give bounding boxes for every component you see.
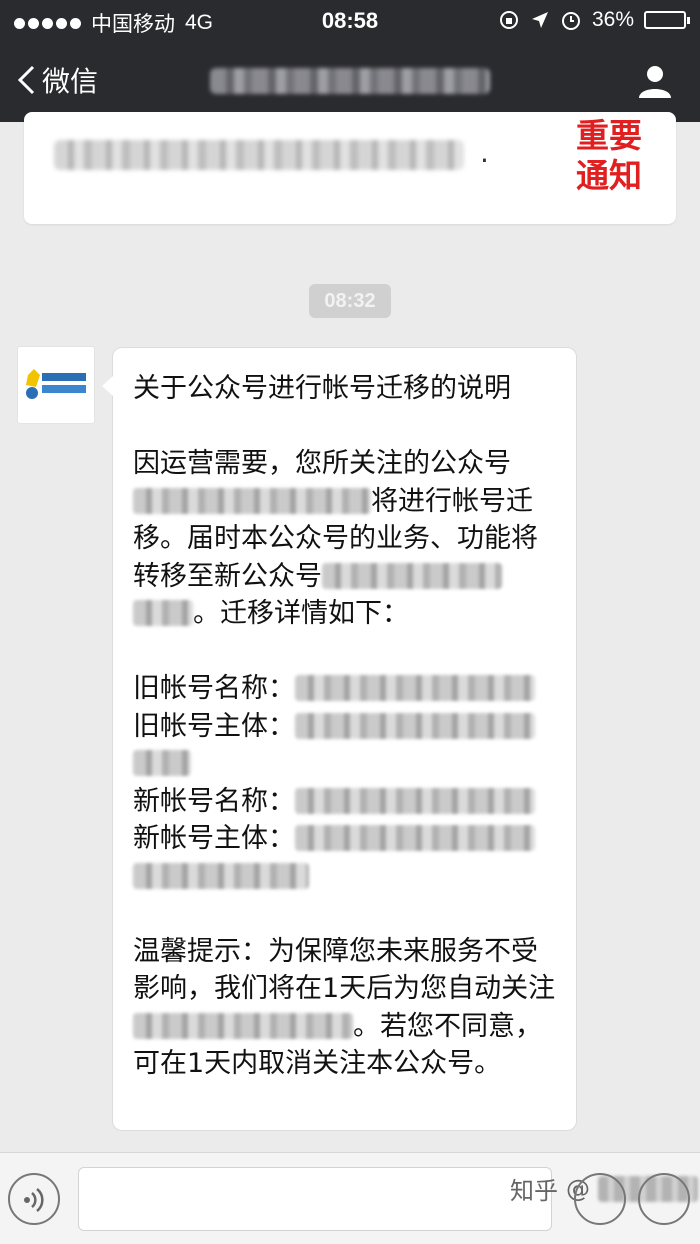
redacted-value — [133, 750, 191, 776]
redacted-old-account — [133, 487, 371, 514]
location-icon — [531, 12, 548, 28]
field-label: 新帐号名称： — [133, 785, 295, 817]
new-name-row: 新帐号名称： — [133, 783, 558, 821]
message-text: 将进行帐号迁 — [371, 485, 533, 517]
sender-avatar[interactable] — [18, 347, 94, 423]
watermark-site: 知乎 — [510, 1177, 558, 1205]
message-text: 因运营需要，您所关注的公众号 — [133, 448, 511, 479]
redacted-value — [295, 675, 535, 701]
field-label: 旧帐号名称： — [133, 673, 295, 704]
voice-button[interactable] — [8, 1173, 60, 1225]
back-button[interactable]: 微信 — [16, 60, 98, 100]
back-label: 微信 — [42, 65, 99, 98]
chevron-left-icon — [17, 65, 35, 95]
account-logo-icon — [26, 369, 86, 399]
previous-message-card[interactable]: . 重要 通知 — [24, 112, 676, 224]
tip-paragraph: 温馨提示：为保障您未来服务不受影响，我们将在1天后为您自动关注。若您不同意，可在… — [133, 933, 558, 1083]
redacted-new-account — [133, 1012, 353, 1039]
more-button[interactable] — [638, 1173, 690, 1225]
input-bar: 知乎 @ — [0, 1152, 700, 1244]
status-right: 36% — [498, 8, 690, 32]
nav-bar: 微信 — [0, 42, 700, 122]
old-owner-row: 旧帐号主体： — [133, 708, 558, 783]
message-input[interactable] — [78, 1167, 552, 1231]
redacted-value — [295, 825, 535, 851]
old-name-row: 旧帐号名称： — [133, 670, 558, 708]
voice-icon — [24, 1188, 44, 1212]
message-bubble[interactable]: 关于公众号进行帐号迁移的说明 因运营需要，您所关注的公众号将进行帐号迁移。届时本… — [102, 347, 577, 1131]
alarm-icon — [561, 12, 580, 30]
redacted-new-account — [133, 600, 193, 626]
message-text: 。迁移详情如下： — [193, 598, 409, 629]
new-owner-row: 新帐号主体： — [133, 820, 558, 895]
battery-percent: 36% — [591, 8, 634, 31]
card-period: . — [480, 136, 489, 169]
redacted-value — [295, 712, 535, 739]
notice-line-1: 重要 — [576, 116, 642, 155]
rotation-lock-icon — [499, 11, 518, 29]
message-timestamp: 08:32 — [309, 284, 391, 318]
field-label: 旧帐号主体： — [133, 710, 295, 742]
message-title: 关于公众号进行帐号迁移的说明 — [133, 373, 511, 404]
redacted-value — [133, 862, 309, 889]
profile-icon[interactable] — [636, 62, 674, 100]
top-bar: 中国移动 4G 08:58 36% 微信 — [0, 0, 700, 122]
notice-line-2: 通知 — [576, 156, 642, 195]
nav-title-redacted — [210, 68, 490, 94]
emoji-button[interactable] — [574, 1173, 626, 1225]
message-text: 温馨提示：为保障您未来服务不受影响，我们将在1天后为您自动关注 — [133, 935, 556, 1005]
redacted-text — [54, 140, 464, 170]
status-bar: 中国移动 4G 08:58 36% — [0, 0, 700, 42]
field-label: 新帐号主体： — [133, 823, 295, 854]
notice-badge: 重要 通知 — [576, 116, 642, 196]
redacted-value — [295, 787, 535, 814]
message-paragraph: 因运营需要，您所关注的公众号将进行帐号迁移。届时本公众号的业务、功能将转移至新公… — [133, 445, 558, 633]
battery-icon — [644, 11, 690, 29]
redacted-new-account — [322, 562, 502, 589]
